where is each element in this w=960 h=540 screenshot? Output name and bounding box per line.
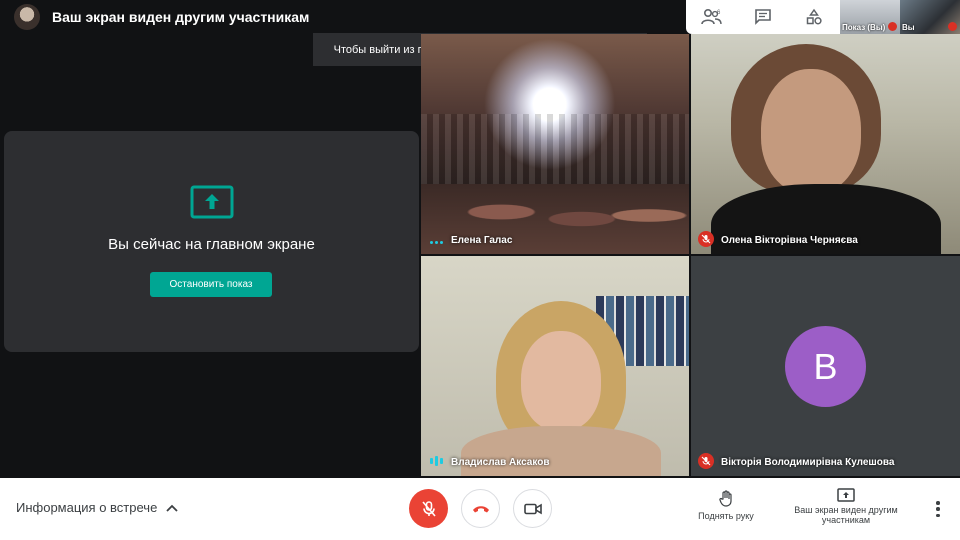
self-view-strip: Показ (Вы) Вы [840,0,960,34]
bottom-toolbar: Информация о встрече Поднять руку Ваш эк… [0,478,960,540]
activities-button[interactable] [794,2,834,32]
video-frame [461,426,661,476]
video-tile[interactable]: Олена Вікторівна Черняєва [691,34,960,254]
participants-count: 6 [717,10,721,16]
self-camera-tile[interactable]: Вы [900,0,960,34]
speaking-indicator-icon [430,456,443,466]
hang-up-icon [472,505,489,512]
participants-button[interactable]: 6 [692,2,732,32]
present-screen-icon [837,488,855,502]
meeting-info-button[interactable]: Информация о встрече [16,500,179,515]
self-presentation-label: Показ (Вы) [842,23,886,32]
self-presentation-tile[interactable]: Показ (Вы) [840,0,900,34]
toggle-camera-button[interactable] [513,489,552,528]
participant-name: Владислав Аксаков [451,457,550,468]
call-controls [409,489,552,528]
presenting-banner-title: Ваш экран виден другим участникам [52,9,310,25]
meet-window: Ваш экран виден другим участникам 6 Пока… [0,0,960,540]
video-frame [521,331,601,431]
presenting-status-label: Ваш экран виден другим участникам [794,505,898,525]
mic-off-icon [698,453,714,469]
shapes-icon [807,8,822,25]
meeting-info-label: Информация о встрече [16,500,158,515]
leave-call-button[interactable] [461,489,500,528]
video-frame [421,114,689,184]
chevron-up-icon [166,504,178,512]
video-tile[interactable]: Владислав Аксаков [421,256,689,476]
participant-avatar: В [785,326,866,407]
raise-hand-button[interactable]: Поднять руку [686,490,766,521]
participant-name: Олена Вікторівна Черняєва [721,235,858,246]
raise-hand-label: Поднять руку [698,511,754,521]
stop-presenting-button[interactable]: Остановить показ [150,272,272,297]
more-options-button[interactable] [930,498,946,520]
video-frame [761,69,861,194]
mic-off-icon [888,22,897,31]
more-vert-icon [936,501,940,505]
presenting-status-button[interactable]: Ваш экран виден другим участникам [784,488,908,525]
toggle-mic-button[interactable] [409,489,448,528]
top-controls: 6 [686,0,840,34]
mic-off-icon [948,22,957,31]
participant-name: Елена Галас [451,235,513,246]
video-tile[interactable]: В Вікторія Володимирівна Кулешова [691,256,960,476]
present-screen-icon [190,185,234,219]
presenting-card-title: Вы сейчас на главном экране [108,236,315,253]
mic-off-icon [698,231,714,247]
hand-icon [719,490,732,507]
mic-off-icon [421,500,436,517]
people-icon: 6 [700,8,722,25]
camera-icon [523,503,542,514]
presenting-banner: Ваш экран виден другим участникам [0,0,690,34]
presenting-card: Вы сейчас на главном экране Остановить п… [4,131,419,352]
participant-name: Вікторія Володимирівна Кулешова [721,457,895,468]
video-tile[interactable]: Елена Галас [421,34,689,254]
chat-button[interactable] [743,2,783,32]
chat-icon [755,9,771,25]
speaking-indicator-icon [430,241,443,244]
avatar[interactable] [14,4,40,30]
self-camera-label: Вы [902,23,915,32]
